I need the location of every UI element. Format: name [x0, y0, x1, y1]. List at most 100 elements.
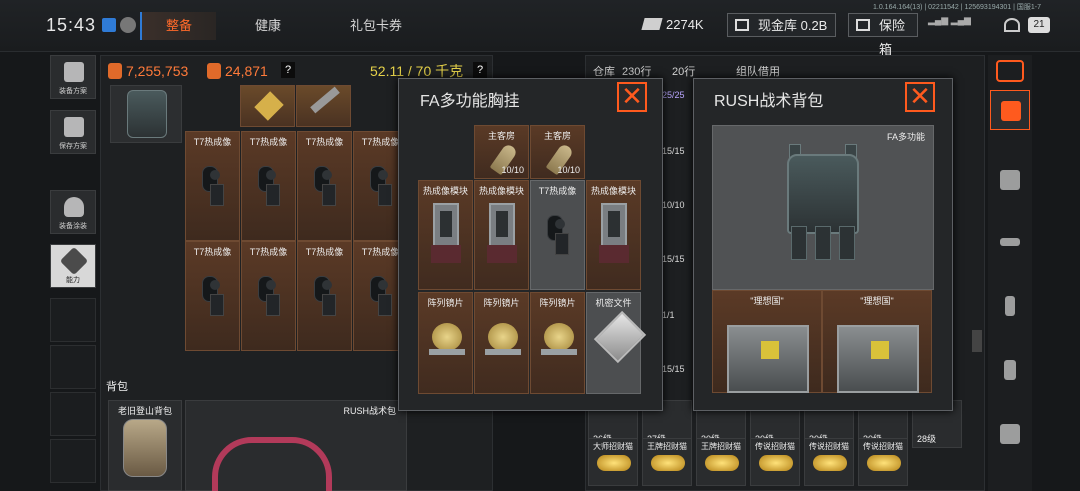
chest-item-key[interactable]: 主客房 10/10: [474, 125, 529, 179]
gold-coins-icon: [867, 455, 901, 471]
chest-item-t7-scope[interactable]: T7热成像: [530, 180, 585, 290]
warehouse-item-lucky-cat[interactable]: 大师招财猫: [588, 438, 638, 486]
sidebar-item-ability[interactable]: 能力: [50, 244, 96, 288]
strip-count: 25/25: [662, 90, 685, 100]
backpack-slot-rush[interactable]: RUSH战术包: [185, 400, 407, 491]
ticket-value: 2274K: [666, 17, 704, 32]
inventory-item-scope[interactable]: T7热成像: [185, 241, 240, 351]
vault-label: 现金库 0.2B: [758, 18, 828, 33]
item-label: 阵列镜片: [427, 298, 464, 308]
gold-coins-icon: [705, 455, 739, 471]
category-bag[interactable]: [990, 90, 1030, 130]
safe-icon: [856, 19, 870, 31]
item-label: T7热成像: [305, 137, 344, 147]
sidebar-item-label: 保存方案: [59, 143, 87, 150]
warehouse-item-lucky-cat[interactable]: 王牌招财猫: [642, 438, 692, 486]
warehouse-rows-a: 230行: [622, 66, 652, 78]
item-count: 10/10: [557, 165, 580, 175]
thermal-scope-icon: [366, 276, 394, 322]
backpack-item-vest[interactable]: FA多功能: [712, 125, 934, 290]
tab-health[interactable]: 健康: [240, 12, 296, 40]
inventory-item-scope[interactable]: T7热成像: [297, 241, 352, 351]
gold-coins-icon: [759, 455, 793, 471]
chest-item-lens[interactable]: 阵列镜片: [418, 292, 473, 394]
backpack-item-crate[interactable]: "理想国": [712, 290, 822, 393]
inventory-item-scope[interactable]: T7热成像: [185, 131, 240, 241]
item-label: 传说招财猫: [809, 442, 849, 451]
thermal-module-icon: [431, 203, 461, 263]
armor-icon: [64, 62, 84, 82]
item-label: 热成像模块: [590, 186, 636, 196]
sidebar-item-label: 装备涂装: [59, 223, 87, 230]
category-gear-box[interactable]: [990, 414, 1030, 454]
sidebar-item-label: 装备方案: [59, 88, 87, 95]
backpack-item-crate[interactable]: "理想国": [822, 290, 932, 393]
warehouse-item-lucky-cat[interactable]: 传说招财猫: [750, 438, 800, 486]
close-button[interactable]: ✕: [617, 82, 647, 112]
chest-item-key[interactable]: 主客房 10/10: [530, 125, 585, 179]
warehouse-rows-b: 20行: [672, 66, 696, 78]
chest-item-thermal-module[interactable]: 热成像模块: [474, 180, 529, 290]
item-label: T7热成像: [249, 137, 288, 147]
sidebar-item-save-loadout[interactable]: 保存方案: [50, 110, 96, 154]
category-spray[interactable]: [990, 350, 1030, 390]
thermal-scope-icon: [254, 276, 282, 322]
warehouse-item-lucky-cat[interactable]: 传说招财猫: [804, 438, 854, 486]
chest-item-classified-file[interactable]: 机密文件: [586, 292, 647, 394]
category-magazine[interactable]: [990, 286, 1030, 326]
chest-item-thermal-module[interactable]: 热成像模块: [586, 180, 641, 290]
close-button[interactable]: ✕: [905, 82, 935, 112]
thermal-module-icon: [599, 203, 629, 263]
category-rifle[interactable]: [990, 222, 1030, 262]
inventory-item-scope[interactable]: T7热成像: [241, 241, 296, 351]
scrollbar[interactable]: [972, 330, 982, 352]
item-label: 传说招财猫: [863, 442, 903, 451]
sidebar-empty-slot: [50, 392, 96, 436]
tab-gear[interactable]: 整备: [140, 12, 216, 40]
warehouse-item-lucky-cat[interactable]: 传说招财猫: [858, 438, 908, 486]
item-label: T7热成像: [538, 186, 577, 196]
item-label: 主客房: [543, 131, 571, 141]
backpack-icon: [123, 419, 167, 477]
vault-button[interactable]: 现金库 0.2B: [727, 13, 837, 37]
thermal-module-icon: [487, 203, 517, 263]
currency-a: 7,255,753: [108, 62, 188, 80]
crate-icon: [837, 325, 919, 393]
item-label: FA多功能: [886, 132, 925, 142]
thermal-scope-icon: [543, 215, 571, 261]
inventory-item-scope[interactable]: T7热成像: [297, 131, 352, 241]
item-label: T7热成像: [249, 247, 288, 257]
warehouse-item-lucky-cat[interactable]: 王牌招财猫: [696, 438, 746, 486]
sidebar-item-loadouts[interactable]: 装备方案: [50, 55, 96, 99]
category-vest[interactable]: [990, 160, 1030, 200]
avatar[interactable]: [120, 17, 136, 33]
sort-icon[interactable]: [996, 60, 1024, 82]
help-button[interactable]: ?: [281, 62, 295, 78]
equipped-vest-slot[interactable]: [110, 85, 182, 143]
item-label: 王牌招财猫: [701, 442, 741, 451]
item-label: T7热成像: [305, 247, 344, 257]
chest-item-thermal-module[interactable]: 热成像模块: [418, 180, 473, 290]
sidebar-item-skins[interactable]: 装备涂装: [50, 190, 96, 234]
team-borrow-tab[interactable]: 组队借用: [736, 63, 780, 79]
item-level: 28级: [917, 434, 937, 444]
backpack-slot-old[interactable]: 老旧登山背包: [108, 400, 182, 491]
lens-array-icon: [488, 323, 518, 351]
item-label: T7热成像: [193, 137, 232, 147]
chat-icon[interactable]: [102, 18, 116, 32]
weight-help-button[interactable]: ?: [473, 62, 487, 78]
inventory-item[interactable]: [240, 85, 295, 127]
chest-item-lens[interactable]: 阵列镜片: [474, 292, 529, 394]
warehouse-tab[interactable]: 仓库: [593, 63, 615, 79]
sidebar-item-label: 能力: [66, 277, 80, 284]
inventory-item-scope[interactable]: T7热成像: [241, 131, 296, 241]
bag-icon: [1001, 101, 1021, 121]
tab-gift-coupons[interactable]: 礼包卡券: [336, 12, 416, 40]
gold-coins-icon: [597, 455, 631, 471]
thermal-scope-icon: [198, 166, 226, 212]
insurance-button[interactable]: 保险箱: [848, 13, 918, 57]
chest-item-lens[interactable]: 阵列镜片: [530, 292, 585, 394]
backpack-coin-icon: [207, 63, 221, 79]
inventory-item[interactable]: [296, 85, 351, 127]
lens-array-icon: [544, 323, 574, 351]
